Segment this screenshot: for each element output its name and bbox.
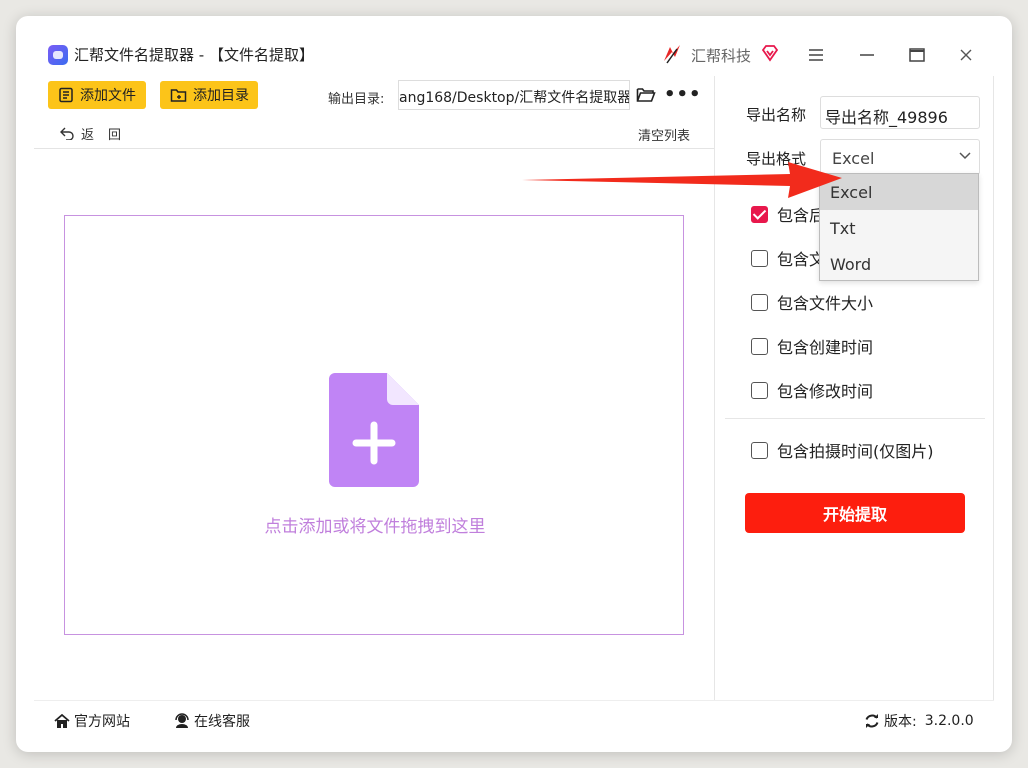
option-include-size[interactable]: 包含文件大小 bbox=[751, 290, 873, 314]
online-support-label: 在线客服 bbox=[194, 714, 250, 730]
online-support-link[interactable]: 在线客服 bbox=[174, 711, 250, 731]
annotation-arrow-icon bbox=[522, 162, 842, 198]
add-folder-label: 添加目录 bbox=[193, 88, 249, 104]
dropdown-option-excel[interactable]: Excel bbox=[820, 174, 978, 210]
checkbox-created[interactable] bbox=[751, 337, 768, 355]
toolbar-divider bbox=[34, 148, 714, 149]
export-name-input[interactable]: 导出名称_49896 bbox=[820, 96, 980, 129]
more-options-icon[interactable]: ••• bbox=[664, 84, 702, 105]
maximize-button[interactable] bbox=[902, 40, 932, 70]
checkbox-folder[interactable] bbox=[751, 249, 768, 267]
export-format-select[interactable]: Excel bbox=[820, 139, 980, 175]
official-site-label: 官方网站 bbox=[74, 714, 130, 730]
folder-plus-icon bbox=[170, 89, 187, 102]
dropdown-option-word[interactable]: Word bbox=[820, 246, 978, 282]
dropdown-option-txt[interactable]: Txt bbox=[820, 210, 978, 246]
option-label: 包含拍摄时间(仅图片) bbox=[777, 442, 934, 461]
start-extract-button[interactable]: 开始提取 bbox=[745, 493, 965, 533]
app-logo-icon bbox=[48, 45, 68, 65]
close-icon bbox=[960, 49, 972, 61]
export-name-label: 导出名称 bbox=[746, 106, 807, 124]
menu-button[interactable] bbox=[801, 40, 831, 70]
window-title: 汇帮文件名提取器 - 【文件名提取】 bbox=[74, 46, 314, 64]
option-include-photo-time[interactable]: 包含拍摄时间(仅图片) bbox=[751, 438, 934, 462]
option-include-folder[interactable]: 包含文 bbox=[751, 246, 825, 270]
checkbox-extension[interactable] bbox=[751, 205, 768, 223]
back-label: 返回 bbox=[81, 128, 136, 143]
option-label: 包含修改时间 bbox=[777, 382, 874, 401]
version-label: 版本: bbox=[884, 714, 917, 730]
minimize-button[interactable] bbox=[852, 40, 882, 70]
minimize-icon bbox=[860, 54, 874, 56]
checkbox-modified[interactable] bbox=[751, 381, 768, 399]
refresh-icon[interactable] bbox=[864, 713, 880, 729]
hamburger-icon bbox=[809, 49, 823, 61]
headset-icon bbox=[175, 713, 189, 728]
add-file-label: 添加文件 bbox=[80, 88, 136, 104]
official-site-link[interactable]: 官方网站 bbox=[54, 711, 130, 731]
app-window: 汇帮文件名提取器 - 【文件名提取】 汇帮科技 添加文件 添加目录 输出目录: … bbox=[16, 16, 1012, 752]
back-arrow-icon bbox=[60, 127, 74, 140]
option-label: 包含文件大小 bbox=[777, 294, 874, 313]
option-include-created[interactable]: 包含创建时间 bbox=[751, 334, 873, 358]
drop-zone-hint: 点击添加或将文件拖拽到这里 bbox=[264, 517, 486, 537]
checkbox-size[interactable] bbox=[751, 293, 768, 311]
option-label: 包含文 bbox=[777, 250, 826, 269]
option-include-modified[interactable]: 包含修改时间 bbox=[751, 378, 873, 402]
close-button[interactable] bbox=[951, 40, 981, 70]
title-bar: 汇帮文件名提取器 - 【文件名提取】 汇帮科技 bbox=[16, 16, 1012, 76]
brand-name: 汇帮科技 bbox=[691, 47, 752, 65]
version-info: 版本: 3.2.0.0 bbox=[864, 711, 974, 731]
options-divider bbox=[725, 418, 985, 419]
status-bar: 官方网站 在线客服 版本: 3.2.0.0 bbox=[34, 700, 994, 740]
back-button[interactable]: 返回 bbox=[60, 124, 135, 143]
chevron-down-icon bbox=[959, 152, 971, 160]
option-label: 包含后 bbox=[777, 206, 826, 225]
file-list-icon bbox=[59, 87, 73, 103]
home-icon bbox=[54, 713, 70, 728]
add-folder-button[interactable]: 添加目录 bbox=[160, 81, 258, 109]
file-drop-zone[interactable]: 点击添加或将文件拖拽到这里 bbox=[64, 215, 684, 635]
maximize-icon bbox=[909, 48, 925, 62]
checkbox-photo-time[interactable] bbox=[751, 441, 768, 459]
add-file-large-icon bbox=[329, 373, 419, 487]
clear-list-button[interactable]: 清空列表 bbox=[638, 125, 690, 144]
output-dir-input[interactable]: ang168/Desktop/汇帮文件名提取器 bbox=[398, 80, 630, 110]
add-file-button[interactable]: 添加文件 bbox=[48, 81, 146, 109]
open-folder-icon[interactable] bbox=[636, 87, 656, 103]
vip-diamond-icon[interactable] bbox=[761, 44, 779, 62]
option-label: 包含创建时间 bbox=[777, 338, 874, 357]
option-include-extension[interactable]: 包含后 bbox=[751, 202, 825, 226]
format-dropdown-menu: Excel Txt Word bbox=[819, 173, 979, 281]
output-dir-label: 输出目录: bbox=[328, 92, 385, 107]
version-value: 3.2.0.0 bbox=[924, 713, 974, 729]
brand-logo-icon bbox=[664, 45, 680, 64]
